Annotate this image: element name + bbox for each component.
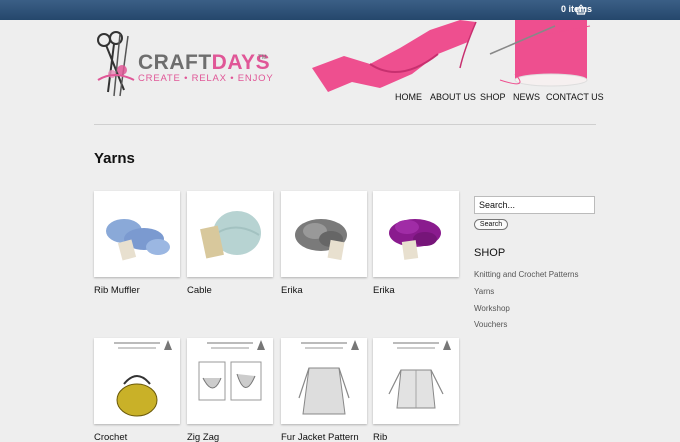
product-image[interactable] — [373, 338, 459, 424]
product-image[interactable] — [187, 338, 273, 424]
product-name[interactable]: Erika — [281, 285, 303, 296]
product-image[interactable] — [187, 191, 273, 277]
nav-shop[interactable]: SHOP — [480, 92, 506, 102]
nav-news[interactable]: NEWS — [513, 92, 540, 102]
product-name[interactable]: Fur Jacket Pattern — [281, 432, 359, 442]
product-card[interactable]: Erika — [373, 191, 459, 296]
nav-home[interactable]: HOME — [395, 92, 422, 102]
product-name[interactable]: Zig Zag — [187, 432, 219, 442]
product-card[interactable]: Cable — [187, 191, 273, 296]
brand-logo[interactable]: CRAFTDAYS — [138, 51, 270, 75]
sidebar-link-yarns[interactable]: Yarns — [474, 287, 494, 296]
search-button[interactable]: Search — [474, 219, 508, 230]
product-card[interactable]: Zig Zag — [187, 338, 273, 442]
product-name[interactable]: Erika — [373, 285, 395, 296]
trademark: TM — [258, 55, 267, 61]
page-title: Yarns — [94, 150, 135, 167]
product-name[interactable]: Rib Muffler — [94, 285, 140, 296]
sidebar-heading: SHOP — [474, 247, 506, 259]
sidebar-link-workshop[interactable]: Workshop — [474, 304, 510, 313]
product-card[interactable]: Crochet — [94, 338, 180, 442]
top-bar: 0 items — [0, 0, 680, 20]
product-image[interactable] — [94, 338, 180, 424]
product-image[interactable] — [373, 191, 459, 277]
product-name[interactable]: Crochet — [94, 432, 127, 442]
product-card[interactable]: Rib — [373, 338, 459, 442]
cart-count[interactable]: 0 items — [561, 4, 592, 14]
brand-tagline: CREATE • RELAX • ENJOY — [138, 73, 274, 84]
product-image[interactable] — [281, 338, 367, 424]
header-divider — [94, 124, 596, 125]
product-card[interactable]: Erika — [281, 191, 367, 296]
nav-about-us[interactable]: ABOUT US — [430, 92, 476, 102]
product-card[interactable]: Fur Jacket Pattern — [281, 338, 367, 442]
nav-contact-us[interactable]: CONTACT US — [546, 92, 604, 102]
product-name[interactable]: Rib — [373, 432, 387, 442]
product-image[interactable] — [94, 191, 180, 277]
sidebar-link-vouchers[interactable]: Vouchers — [474, 320, 507, 329]
search-input[interactable] — [474, 196, 595, 214]
product-name[interactable]: Cable — [187, 285, 212, 296]
product-image[interactable] — [281, 191, 367, 277]
sidebar-link-patterns[interactable]: Knitting and Crochet Patterns — [474, 270, 579, 279]
product-card[interactable]: Rib Muffler — [94, 191, 180, 296]
